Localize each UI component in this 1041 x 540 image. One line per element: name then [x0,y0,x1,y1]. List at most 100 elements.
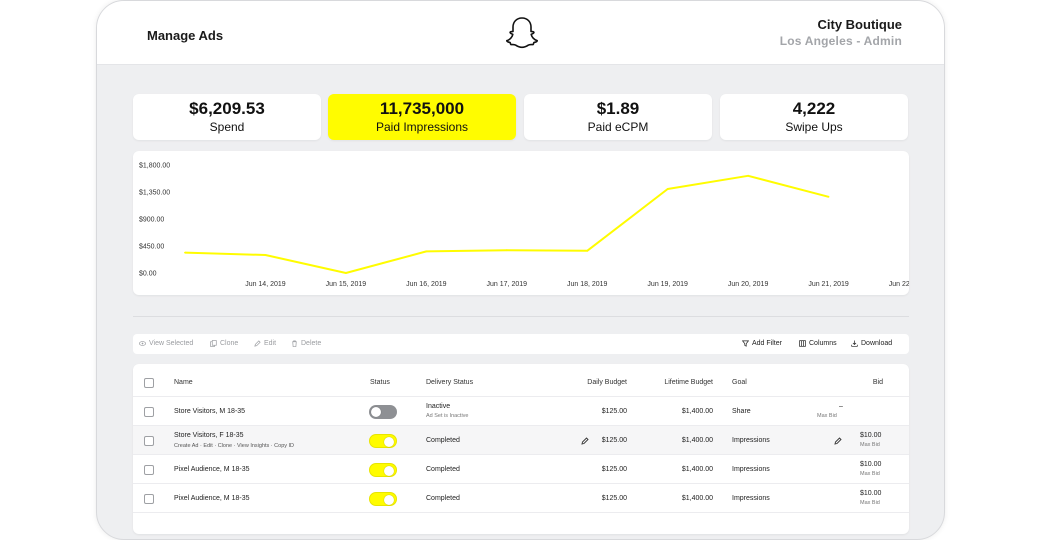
edit-button[interactable]: Edit [254,340,276,347]
bid-type: Max Bid [817,413,837,419]
delivery-status: Completed [426,495,460,502]
line-chart: $1,800.00 $1,350.00 $900.00 $450.00 $0.00 Jun… [139,163,909,289]
data-point [505,249,508,252]
x-tick-label: Jun 20, 2019 [728,281,769,288]
metric-value: $6,209.53 [189,99,265,118]
y-tick-label: $1,800.00 [139,163,170,170]
goal: Share [732,408,751,415]
table-row[interactable]: Store Visitors, M 18-35 Inactive Ad Set … [133,397,909,426]
download-button[interactable]: Download [851,340,892,347]
ad-set-name[interactable]: Pixel Audience, M 18-35 [174,495,250,502]
metric-card-swipe-ups[interactable]: 4,222 Swipe Ups [720,94,908,140]
row-checkbox[interactable] [144,465,154,475]
bid-type: Max Bid [860,471,880,477]
daily-budget: $125.00 [601,408,627,415]
account-name: City Boutique [817,17,903,32]
top-bar: Manage Ads City Boutique Los Angeles - A… [97,1,944,65]
columns-icon [799,340,806,347]
col-header-status[interactable]: Status [370,379,390,386]
trash-icon [292,340,297,347]
download-icon [851,340,858,347]
status-toggle[interactable] [369,434,397,448]
y-tick-label: $900.00 [139,217,164,224]
x-tick-label: Jun 17, 2019 [487,281,528,288]
columns-label: Columns [809,340,837,347]
bid-type: Max Bid [860,500,880,506]
x-tick-label: Jun 18, 2019 [567,281,608,288]
x-tick-label: Jun 22, 2019 [889,281,909,288]
col-header-goal[interactable]: Goal [732,379,747,386]
row-checkbox[interactable] [144,407,154,417]
x-tick-label: Jun 19, 2019 [647,281,688,288]
y-tick-label: $450.00 [139,244,164,251]
view-selected-label: View Selected [149,340,194,347]
status-toggle[interactable] [369,405,397,419]
bid-type: Max Bid [860,442,880,448]
delivery-status: Inactive [426,403,451,410]
row-checkbox[interactable] [144,494,154,504]
x-tick-label: Jun 15, 2019 [326,281,367,288]
edit-label: Edit [264,340,277,347]
lifetime-budget: $1,400.00 [681,437,713,444]
daily-budget: $125.00 [601,466,627,473]
status-toggle[interactable] [369,463,397,477]
bid-value: $10.00 [860,432,882,439]
metric-label: Swipe Ups [785,120,843,134]
ad-set-name[interactable]: Store Visitors, F 18-35 [174,432,244,439]
delivery-status-detail: Ad Set is Inactive [426,413,469,419]
col-header-name[interactable]: Name [174,379,193,386]
delivery-status: Completed [426,437,460,444]
data-point [586,249,589,252]
lifetime-budget: $1,400.00 [681,466,713,473]
table-row[interactable]: Pixel Audience, M 18-35 Completed $125.0… [133,484,909,513]
bid-value: – [839,403,843,410]
metric-label: Spend [209,120,245,134]
data-point [666,188,669,190]
ad-set-name[interactable]: Store Visitors, M 18-35 [174,408,245,415]
table-row[interactable]: Pixel Audience, M 18-35 Completed $125.0… [133,455,909,484]
col-header-delivery[interactable]: Delivery Status [426,379,473,386]
columns-button[interactable]: Columns [799,340,837,347]
download-label: Download [861,340,893,347]
metric-card-paid-impressions[interactable]: 11,735,000 Paid Impressions [328,94,516,140]
edit-bid-icon[interactable] [834,437,842,445]
goal: Impressions [732,437,770,444]
x-tick-label: Jun 14, 2019 [245,281,286,288]
delivery-status: Completed [426,466,460,473]
copy-icon [210,340,217,347]
daily-budget: $125.00 [601,495,627,502]
eye-icon [139,341,146,346]
page-title: Manage Ads [147,28,224,43]
delete-button[interactable]: Delete [291,340,321,347]
goal: Impressions [732,495,770,502]
add-filter-button[interactable]: Add Filter [742,340,782,347]
data-point [264,254,267,256]
select-all-checkbox[interactable] [144,378,154,388]
clone-button[interactable]: Clone [210,340,238,347]
data-point [747,174,750,177]
metric-value: 4,222 [792,99,836,118]
col-header-daily-budget[interactable]: Daily Budget [553,379,627,386]
goal: Impressions [732,466,770,473]
bid-value: $10.00 [860,490,882,497]
col-header-lifetime-budget[interactable]: Lifetime Budget [633,379,713,386]
metrics-chart: $1,800.00 $1,350.00 $900.00 $450.00 $0.00 Jun… [133,151,909,295]
add-filter-label: Add Filter [752,340,782,347]
snapchat-ghost-icon[interactable] [504,15,540,51]
table-row[interactable]: Store Visitors, F 18-35 Create Ad · Edit… [133,426,909,455]
metric-label: Paid Impressions [375,120,469,134]
col-header-bid[interactable]: Bid [833,379,883,386]
ad-sets-table: Name Status Delivery Status Daily Budget… [133,364,909,534]
metric-card-paid-ecpm[interactable]: $1.89 Paid eCPM [524,94,712,140]
row-checkbox[interactable] [144,436,154,446]
account-switcher[interactable]: City Boutique Los Angeles - Admin [780,17,902,48]
lifetime-budget: $1,400.00 [681,408,713,415]
status-toggle[interactable] [369,492,397,506]
view-selected-button[interactable]: View Selected [139,340,193,347]
divider [133,316,909,317]
metric-card-spend[interactable]: $6,209.53 Spend [133,94,321,140]
row-actions[interactable]: Create Ad · Edit · Clone · View Insights… [174,443,294,449]
pencil-icon [254,340,261,347]
filter-icon [742,340,749,347]
ad-set-name[interactable]: Pixel Audience, M 18-35 [174,466,250,473]
